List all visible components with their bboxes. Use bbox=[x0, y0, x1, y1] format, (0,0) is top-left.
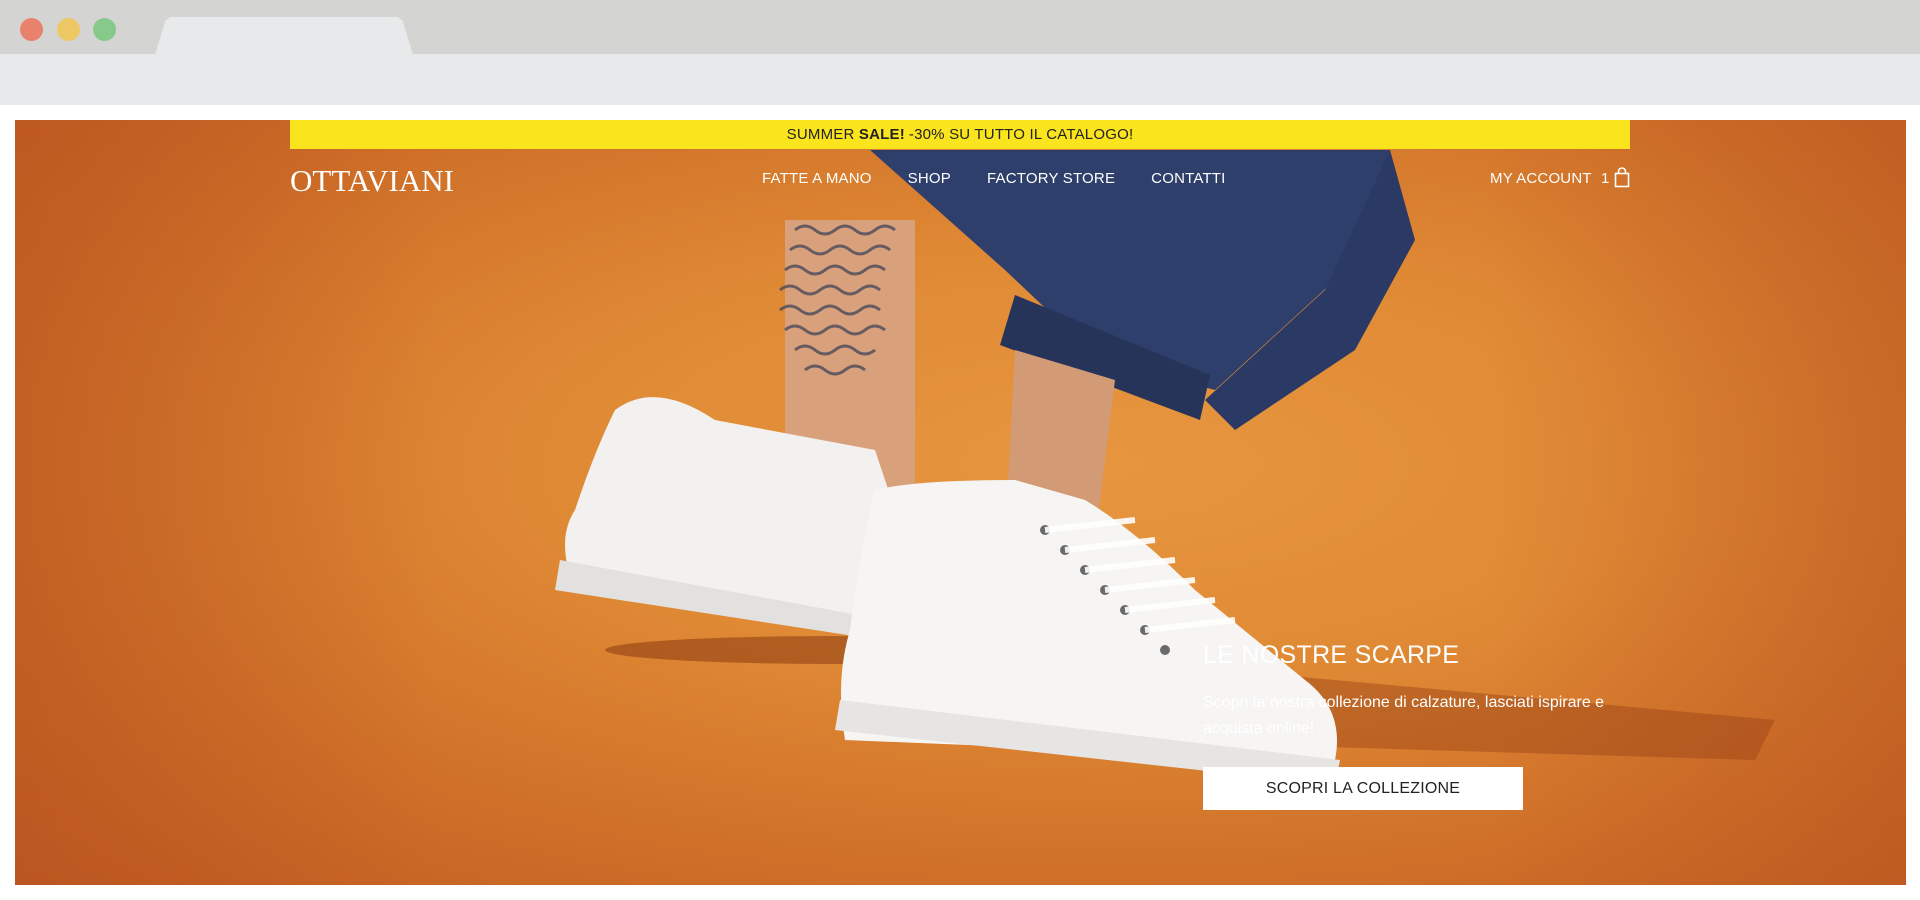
browser-tab[interactable] bbox=[155, 17, 413, 55]
my-account-link[interactable]: MY ACCOUNT bbox=[1490, 170, 1592, 187]
browser-titlebar bbox=[0, 0, 1920, 55]
minimize-window-button[interactable] bbox=[57, 18, 80, 41]
nav-item-factory-store[interactable]: FACTORY STORE bbox=[987, 170, 1115, 187]
nav-item-fatte-a-mano[interactable]: FATTE A MANO bbox=[762, 170, 872, 187]
discover-collection-button[interactable]: SCOPRI LA COLLEZIONE bbox=[1203, 767, 1523, 810]
promo-text: -30% SU TUTTO IL CATALOGO! bbox=[908, 126, 1134, 143]
hero-banner bbox=[15, 120, 1906, 885]
nav-item-shop[interactable]: SHOP bbox=[908, 170, 951, 187]
site-logo[interactable]: OTTAVIANI bbox=[290, 163, 454, 199]
cart-count[interactable]: 1 bbox=[1601, 170, 1609, 187]
promo-banner[interactable]: SUMMER SALE! -30% SU TUTTO IL CATALOGO! bbox=[290, 120, 1630, 149]
browser-toolbar bbox=[0, 54, 1920, 105]
promo-highlight: SALE! bbox=[858, 126, 905, 143]
hero-description: Scopri la nostra collezione di calzature… bbox=[1203, 694, 1605, 737]
hero-image bbox=[555, 150, 1775, 785]
hero-title: LE NOSTRE SCARPE bbox=[1203, 641, 1460, 669]
promo-prefix: SUMMER bbox=[786, 126, 855, 143]
close-window-button[interactable] bbox=[20, 18, 43, 41]
nav-item-contatti[interactable]: CONTATTI bbox=[1151, 170, 1225, 187]
maximize-window-button[interactable] bbox=[93, 18, 116, 41]
main-nav: FATTE A MANO SHOP FACTORY STORE CONTATTI bbox=[762, 170, 1226, 187]
shopping-bag-icon[interactable] bbox=[1614, 167, 1630, 188]
